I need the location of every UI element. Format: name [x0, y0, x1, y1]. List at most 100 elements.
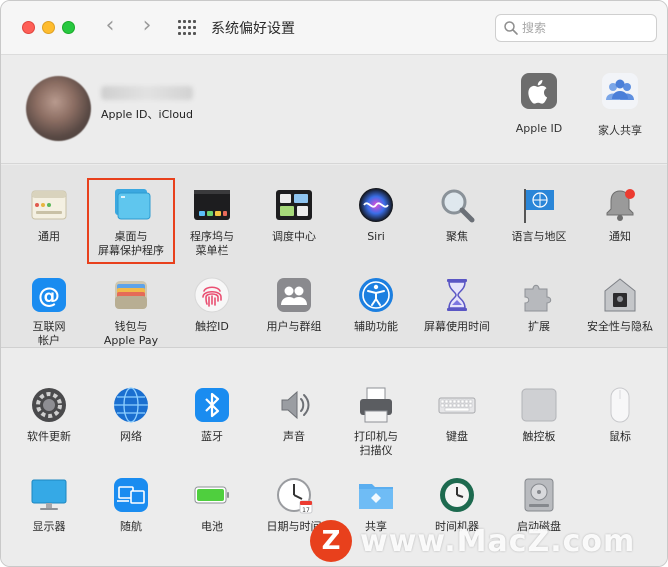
pref-extensions[interactable]: 扩展	[498, 275, 580, 334]
internet-accounts-label: 互联网 帐户	[32, 320, 66, 347]
show-all-grid-icon[interactable]	[178, 20, 196, 36]
pref-security-privacy[interactable]: 安全性与隐私	[579, 275, 661, 334]
battery-label: 电池	[201, 520, 223, 533]
pref-mission-control[interactable]: 调度中心	[253, 185, 335, 244]
displays-icon	[31, 479, 67, 510]
pref-printers-scanners[interactable]: 打印机与 扫描仪	[335, 385, 417, 458]
pref-spotlight[interactable]: 聚焦	[416, 185, 498, 244]
language-region-label: 语言与地区	[511, 230, 567, 243]
account-subtitle: Apple ID、iCloud	[101, 108, 194, 121]
software-update-icon	[32, 388, 66, 422]
pref-trackpad[interactable]: 触控板	[498, 385, 580, 444]
spotlight-label: 聚焦	[446, 230, 468, 243]
siri-icon	[359, 188, 393, 222]
title-bar: ‹ › 系统偏好设置	[1, 1, 667, 55]
pref-network[interactable]: 网络	[90, 385, 172, 444]
pref-internet-accounts[interactable]: @ 互联网 帐户	[8, 275, 90, 348]
accessibility-icon	[359, 278, 393, 312]
touch-id-icon	[194, 277, 230, 313]
search-field[interactable]	[495, 14, 657, 42]
network-icon	[114, 387, 148, 423]
family-sharing-icon	[602, 73, 638, 109]
minimize-button[interactable]	[42, 21, 55, 34]
sidecar-label: 随航	[120, 520, 142, 533]
apple-id-label: Apple ID	[515, 122, 563, 135]
family-sharing-label: 家人共享	[598, 124, 642, 137]
pref-siri[interactable]: Siri	[335, 185, 417, 244]
mouse-icon	[610, 387, 630, 423]
pref-bluetooth[interactable]: 蓝牙	[171, 385, 253, 444]
dock-menubar-icon	[194, 190, 230, 220]
spotlight-icon	[441, 189, 475, 223]
general-icon	[31, 190, 67, 220]
apple-logo-icon	[521, 73, 557, 109]
printers-scanners-label: 打印机与 扫描仪	[354, 430, 398, 457]
screen-time-icon	[447, 279, 467, 311]
pref-screen-time[interactable]: 屏幕使用时间	[416, 275, 498, 334]
network-label: 网络	[120, 430, 142, 443]
wallet-applepay-label: 钱包与 Apple Pay	[103, 320, 159, 347]
pref-touch-id[interactable]: 触控ID	[171, 275, 253, 334]
language-region-icon	[524, 189, 554, 223]
startup-disk-icon	[524, 478, 554, 512]
pref-family-sharing[interactable]: 家人共享	[585, 72, 655, 138]
watermark-logo-icon: Z	[310, 520, 352, 562]
wallet-icon	[115, 281, 147, 309]
account-section: Apple ID、iCloud Apple ID 家人共享	[1, 56, 667, 164]
pref-accessibility[interactable]: 辅助功能	[335, 275, 417, 334]
window-title: 系统偏好设置	[211, 21, 295, 37]
search-icon	[504, 21, 518, 35]
zoom-button[interactable]	[62, 21, 75, 34]
dock-menubar-label: 程序坞与 菜单栏	[190, 230, 234, 257]
sharing-icon	[359, 484, 393, 509]
touch-id-label: 触控ID	[195, 320, 229, 333]
screen-time-label: 屏幕使用时间	[424, 320, 490, 333]
selection-highlight-box	[87, 178, 175, 264]
watermark-text: www.MacZ.com	[360, 524, 636, 559]
pref-notifications[interactable]: 通知	[579, 185, 661, 244]
pref-sound[interactable]: 声音	[253, 385, 335, 444]
pref-users-groups[interactable]: 用户与群组	[253, 275, 335, 334]
close-button[interactable]	[22, 21, 35, 34]
software-update-label: 软件更新	[27, 430, 71, 443]
user-avatar[interactable]	[26, 76, 91, 141]
notifications-icon	[606, 189, 635, 221]
accessibility-label: 辅助功能	[354, 320, 398, 333]
keyboard-icon	[438, 397, 476, 414]
pref-software-update[interactable]: 软件更新	[8, 385, 90, 444]
pref-wallet-applepay[interactable]: 钱包与 Apple Pay	[90, 275, 172, 348]
pref-battery[interactable]: 电池	[171, 475, 253, 534]
extensions-label: 扩展	[528, 320, 550, 333]
users-groups-icon	[277, 278, 311, 312]
account-name-blurred	[101, 86, 193, 100]
pref-mouse[interactable]: 鼠标	[579, 385, 661, 444]
trackpad-icon	[521, 388, 557, 422]
pref-keyboard[interactable]: 键盘	[416, 385, 498, 444]
security-privacy-label: 安全性与隐私	[587, 320, 653, 333]
pref-apple-id[interactable]: Apple ID	[504, 72, 574, 135]
extensions-icon	[524, 284, 552, 312]
bluetooth-label: 蓝牙	[201, 430, 223, 443]
system-preferences-window: ‹ › 系统偏好设置 Apple ID、iCloud Apple ID	[0, 0, 668, 567]
pref-sidecar[interactable]: 随航	[90, 475, 172, 534]
forward-button[interactable]: ›	[135, 15, 159, 39]
pref-displays[interactable]: 显示器	[8, 475, 90, 534]
mouse-label: 鼠标	[609, 430, 631, 443]
search-input[interactable]	[522, 19, 648, 37]
pref-language-region[interactable]: 语言与地区	[498, 185, 580, 244]
pref-dock-menubar[interactable]: 程序坞与 菜单栏	[171, 185, 253, 258]
trackpad-label: 触控板	[522, 430, 556, 443]
sidecar-icon	[114, 478, 148, 512]
battery-icon	[194, 486, 229, 504]
pref-general[interactable]: 通用	[8, 185, 90, 244]
notifications-label: 通知	[609, 230, 631, 243]
back-button[interactable]: ‹	[98, 15, 122, 39]
displays-label: 显示器	[32, 520, 66, 533]
mission-control-icon	[276, 190, 312, 220]
keyboard-label: 键盘	[446, 430, 468, 443]
security-privacy-icon	[604, 278, 636, 312]
siri-label: Siri	[367, 230, 385, 243]
time-machine-icon	[440, 478, 474, 512]
sound-label: 声音	[283, 430, 305, 443]
internet-accounts-icon: @	[32, 278, 66, 312]
